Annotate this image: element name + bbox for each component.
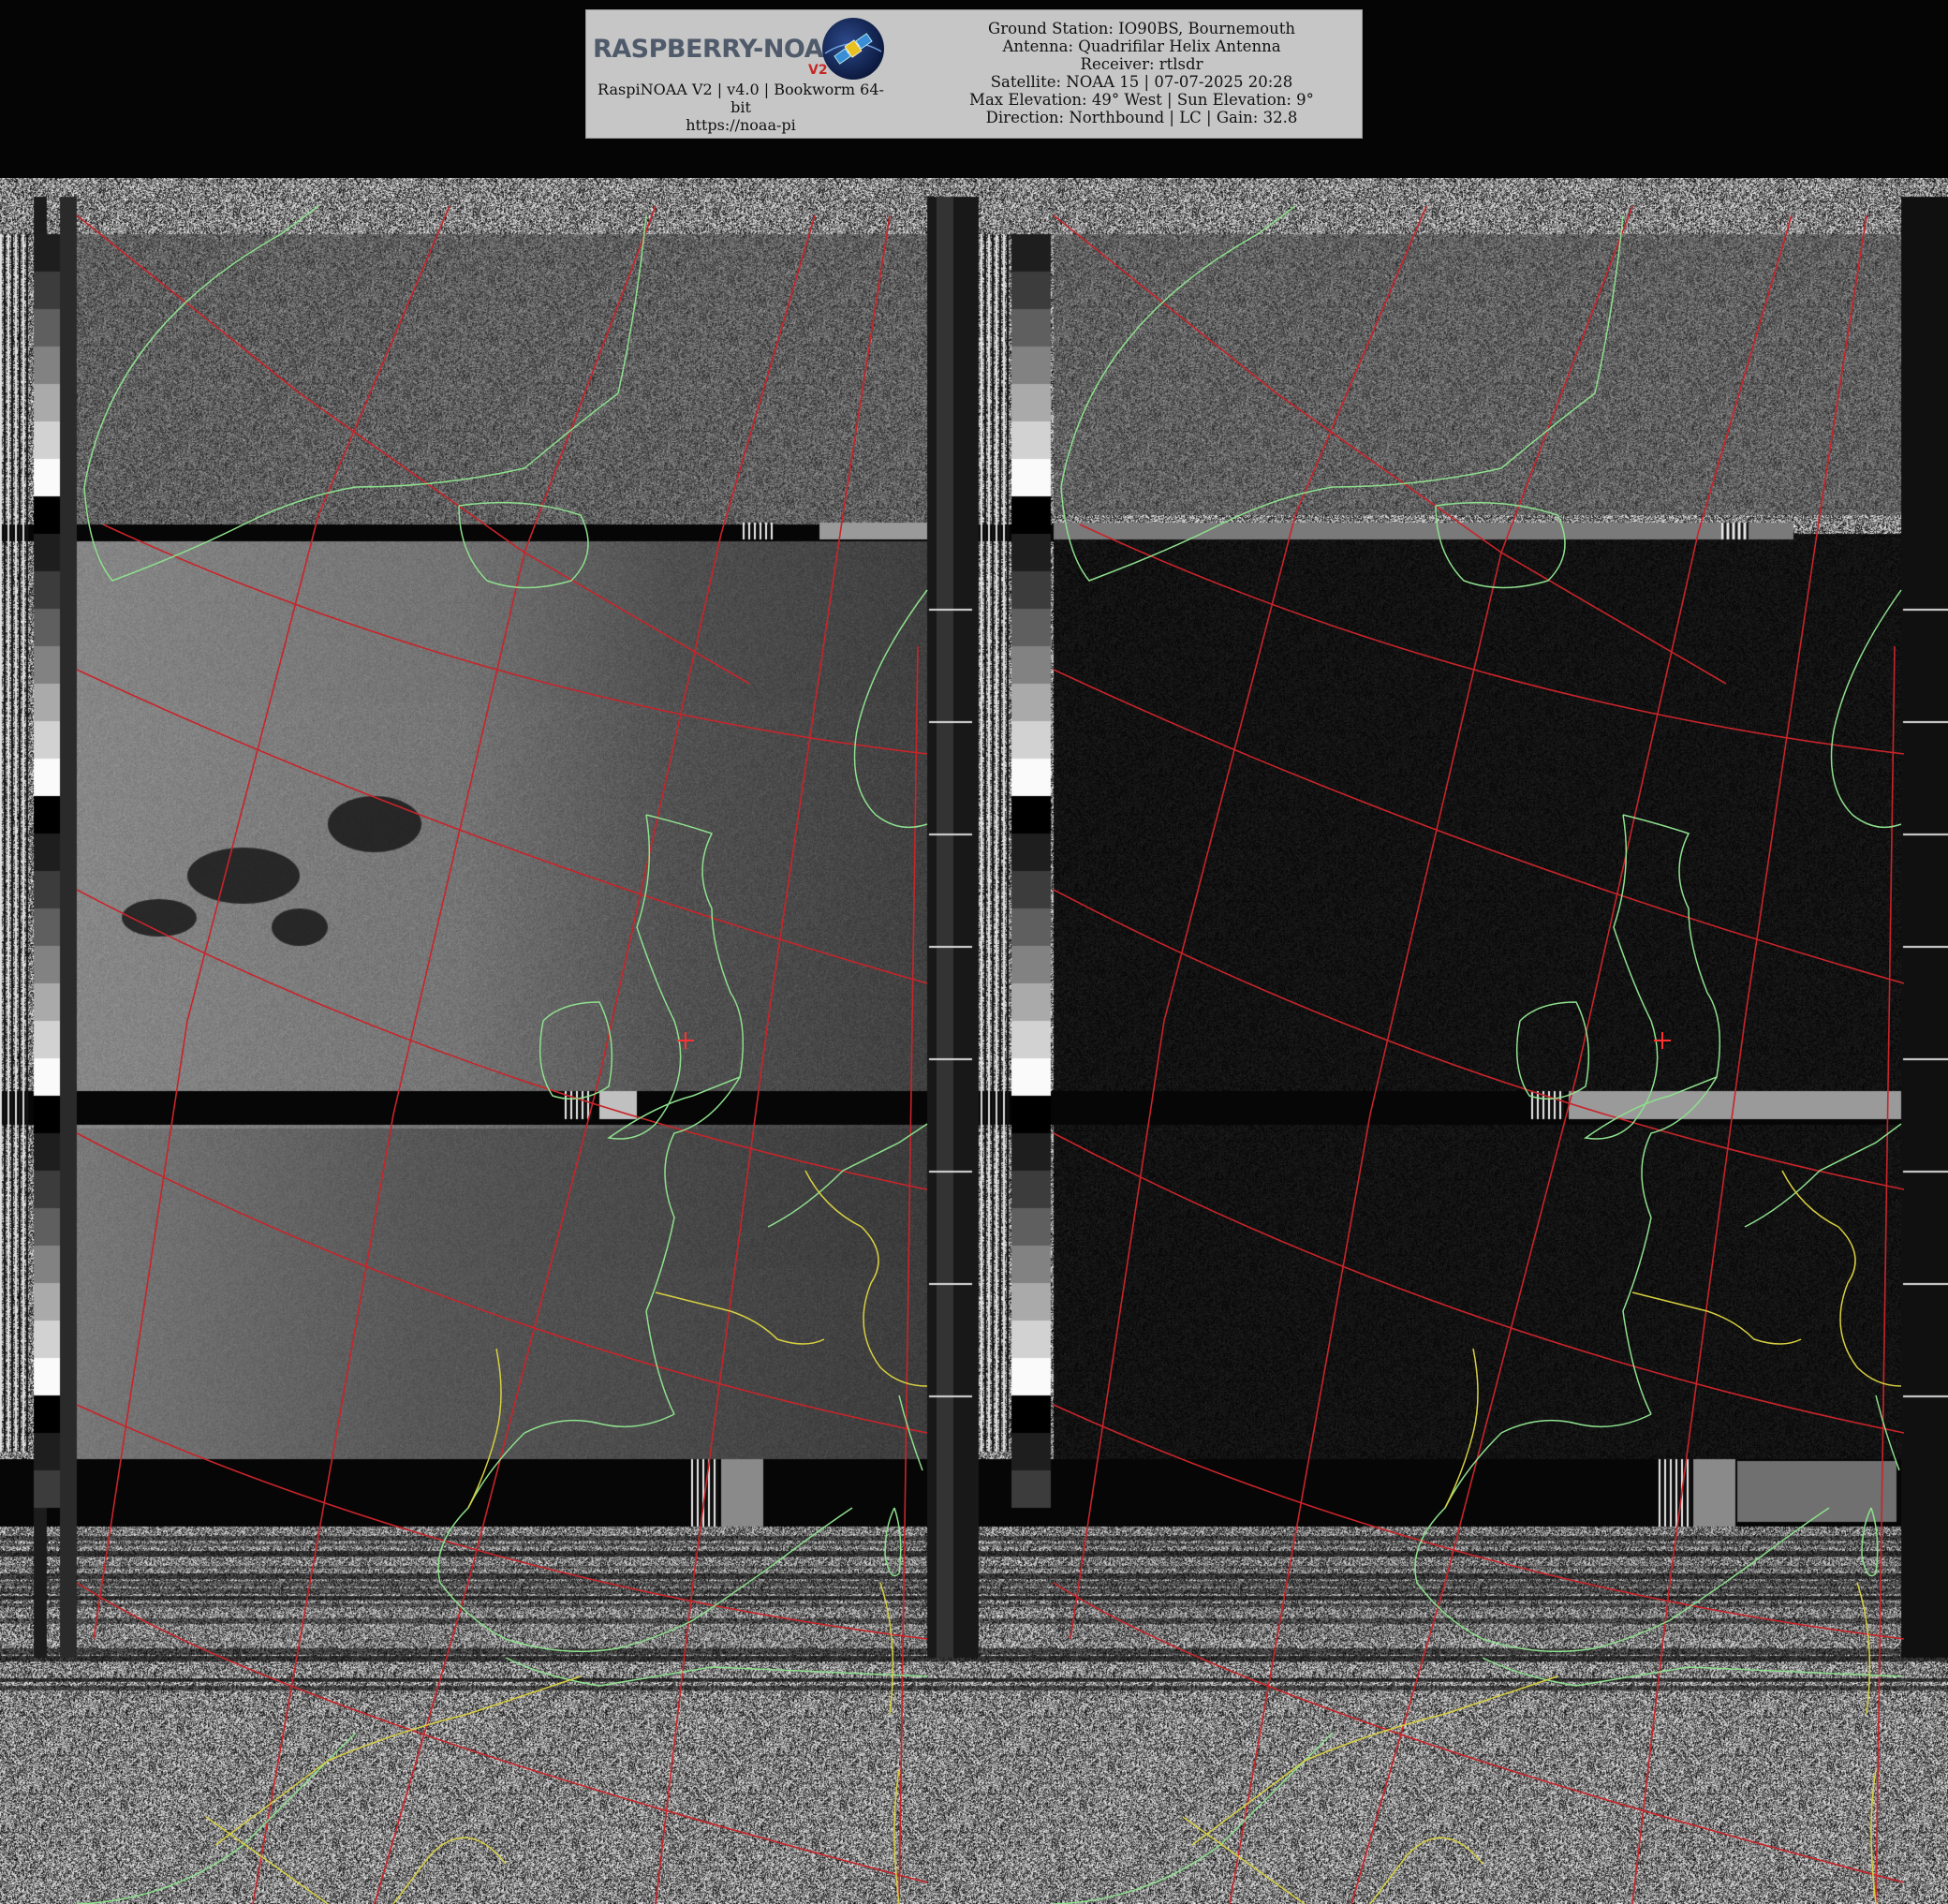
antenna-line: Antenna: Quadrifilar Helix Antenna [1002,37,1281,55]
url-line: https://noaa-pi [686,116,796,134]
grid-line [93,205,450,1640]
country-border [1856,1582,1877,1904]
grid-line [1053,1132,1905,1434]
logo-version: V2 [808,63,828,78]
country-border [879,1582,900,1904]
coastline [83,205,647,582]
grid-line [1053,669,1905,984]
border-overlay [205,1170,1902,1904]
country-border [467,1348,502,1509]
coastline [539,1001,613,1100]
pass-details: Ground Station: IO90BS, Bournemouth Ante… [925,20,1358,126]
grid-line [252,205,657,1904]
satellite-globe-icon [822,18,884,80]
grid-line [1631,214,1867,1904]
grid-line [76,1582,928,1883]
coastline [1060,205,1624,582]
country-border [1631,1291,1802,1345]
station-markers [677,1032,1671,1049]
logo-text: RASPBERRY-NOAA [593,35,843,64]
coastline [1515,1001,1590,1100]
grid-line [1229,205,1633,1904]
coastline-overlay [76,205,1902,1904]
graticule-grid [76,205,1905,1904]
software-info: RaspiNOAA V2 | v4.0 | Bookworm 64-bit ht… [591,81,891,134]
raspberry-noaa-logo: RASPBERRY-NOAA V2 [591,14,895,85]
country-border [1444,1348,1479,1509]
direction-line: Direction: Northbound | LC | Gain: 32.8 [985,109,1298,126]
coastline [1435,501,1566,589]
country-border [205,1675,582,1904]
map-overlay [76,205,1905,1904]
grid-line [655,214,891,1904]
coastline [76,1657,928,1904]
grid-line [1875,645,1896,1904]
software-line: RaspiNOAA V2 | v4.0 | Bookworm 64-bit [598,81,884,116]
coastline [458,501,589,589]
grid-line [76,1132,928,1434]
grid-line [1053,1582,1905,1883]
coastline [767,1123,928,1228]
country-border [1182,1675,1558,1904]
ground-station-line: Ground Station: IO90BS, Bournemouth [988,20,1295,37]
grid-line [102,524,928,755]
country-border [655,1291,825,1345]
grid-line [1070,205,1427,1640]
pass-info-box: RASPBERRY-NOAA V2 RaspiNOAA V2 | v4.0 | … [585,9,1363,139]
coastline [437,1076,853,1653]
grid-line [76,214,750,685]
coastline [1830,589,1902,829]
grid-line [76,669,928,984]
grid-line [898,645,919,1904]
coastline [1584,814,1721,1140]
coastline [1414,1076,1830,1653]
satellite-line: Satellite: NOAA 15 | 07-07-2025 20:28 [990,73,1293,91]
coastline [1053,1657,1902,1904]
receiver-line: Receiver: rtlsdr [1080,55,1203,73]
grid-line [76,889,928,1190]
coastline [1744,1123,1902,1228]
grid-line [1053,214,1727,685]
grid-line [76,1404,928,1640]
elevation-line: Max Elevation: 49° West | Sun Elevation:… [969,91,1314,109]
grid-line [1053,889,1905,1190]
grid-line [1053,1404,1905,1640]
grid-line [1079,524,1905,755]
coastline [607,814,745,1140]
